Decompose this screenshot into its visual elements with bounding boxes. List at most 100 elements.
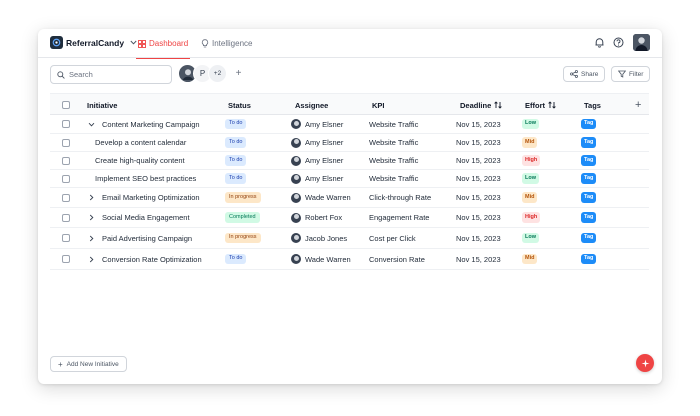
effort-badge[interactable]: High [522,212,541,223]
avatar [291,173,301,184]
status-badge[interactable]: In progress [225,232,261,244]
bell-icon[interactable] [594,37,605,48]
search-input[interactable] [69,70,164,79]
chevron-right-icon[interactable] [88,214,95,221]
status-badge[interactable]: To do [225,155,247,166]
tag-badge[interactable]: Tag [581,155,597,166]
status-badge[interactable]: To do [225,118,247,130]
sort-icon[interactable] [548,101,556,109]
add-person-button[interactable]: + [231,66,246,81]
avatar [291,137,301,148]
tag-badge[interactable]: Tag [581,137,597,148]
table-row[interactable]: Create high-quality content To do Amy Elsn… [50,152,649,170]
tag-badge[interactable]: Tag [581,212,597,223]
app-window: ReferralCandy Dashboard Intelligence Sea… [38,29,662,384]
assignee-name: Amy Elsner [305,138,344,147]
deadline-value: Nov 15, 2023 [456,193,501,202]
table-row[interactable]: Conversion Rate Optimization To do Wade Wa… [50,249,649,270]
add-initiative-button[interactable]: + Add New Initiative [50,356,127,372]
status-badge[interactable]: In progress [225,192,261,203]
search-icon [57,70,65,79]
effort-badge[interactable]: Mid [522,253,538,265]
avatar [291,233,301,243]
deadline-value: Nov 15, 2023 [456,254,501,264]
sort-icon[interactable] [494,101,502,109]
sparkle-icon [641,359,650,368]
search-box[interactable] [50,65,172,84]
chevron-right-icon[interactable] [88,194,95,201]
row-checkbox[interactable] [62,156,70,165]
assignee-name: Wade Warren [305,193,351,202]
share-button[interactable]: Share [563,66,606,82]
avatar [291,212,301,223]
select-all-checkbox[interactable] [62,101,70,109]
table-row[interactable]: Content Marketing Campaign To do Amy Elsne… [50,115,649,134]
filter-button[interactable]: Filter [611,66,651,82]
table-body: Content Marketing Campaign To do Amy Elsne… [50,115,649,270]
tag-badge[interactable]: Tag [581,253,597,265]
initiative-name: Develop a content calendar [95,138,187,147]
initiative-name: Social Media Engagement [102,213,190,222]
table-row[interactable]: Paid Advertising Campaign In progress Jaco… [50,228,649,249]
header-effort-label: Effort [525,100,545,110]
brand-name: ReferralCandy [66,37,125,48]
share-icon [570,70,578,78]
deadline-value: Nov 15, 2023 [456,138,501,147]
help-icon[interactable] [613,37,624,48]
chevron-right-icon[interactable] [88,235,95,242]
dashboard-grid-icon [138,39,146,48]
tab-dashboard[interactable]: Dashboard [135,29,191,59]
avatar [291,119,301,129]
table-row[interactable]: Implement SEO best practices To do Amy Els… [50,170,649,188]
row-checkbox[interactable] [62,138,70,147]
tab-intelligence[interactable]: Intelligence [201,29,252,58]
effort-badge[interactable]: Low [522,118,539,130]
plus-icon: + [635,99,642,111]
deadline-value: Nov 15, 2023 [456,119,501,129]
kpi-value: Cost per Click [369,233,416,243]
table-row[interactable]: Develop a content calendar To do Amy Elsne… [50,134,649,152]
status-badge[interactable]: Completed [225,212,260,223]
tag-badge[interactable]: Tag [581,192,597,203]
assignee-name: Amy Elsner [305,174,344,183]
deadline-value: Nov 15, 2023 [456,213,501,222]
filter-icon [618,70,626,78]
row-checkbox[interactable] [62,120,70,128]
brand-switcher[interactable]: ReferralCandy [50,36,137,49]
chevron-right-icon[interactable] [88,256,95,263]
effort-badge[interactable]: Low [522,232,539,244]
avatar [291,254,301,264]
header-deadline[interactable]: Deadline [460,94,502,116]
status-badge[interactable]: To do [225,173,247,184]
chevron-down-icon[interactable] [88,121,95,128]
table-row[interactable]: Social Media Engagement Completed Robert F… [50,208,649,228]
assistant-fab-button[interactable] [636,354,654,372]
people-group[interactable]: P +2 [178,64,227,83]
effort-badge[interactable]: Low [522,173,539,184]
header-effort[interactable]: Effort [525,94,556,116]
effort-badge[interactable]: High [522,155,541,166]
tag-badge[interactable]: Tag [581,118,597,130]
status-badge[interactable]: To do [225,253,247,265]
row-checkbox[interactable] [62,193,70,202]
effort-badge[interactable]: Mid [522,137,538,148]
avatar [291,155,301,166]
tag-badge[interactable]: Tag [581,232,597,244]
row-checkbox[interactable] [62,234,70,242]
brand-logo-icon [50,36,63,49]
add-column-button[interactable]: + [635,94,641,116]
tag-badge[interactable]: Tag [581,173,597,184]
user-avatar[interactable] [633,34,650,51]
effort-badge[interactable]: Mid [522,192,538,203]
assignee-name: Robert Fox [305,213,343,222]
row-checkbox[interactable] [62,213,70,222]
assignee-name: Wade Warren [305,254,351,264]
chevron-down-icon [130,40,137,45]
table-row[interactable]: Email Marketing Optimization In progress W… [50,188,649,208]
tab-dashboard-label: Dashboard [149,39,189,48]
more-people-count: +2 [208,64,227,83]
row-checkbox[interactable] [62,255,70,263]
row-checkbox[interactable] [62,174,70,183]
header-kpi: KPI [372,100,385,110]
status-badge[interactable]: To do [225,137,247,148]
